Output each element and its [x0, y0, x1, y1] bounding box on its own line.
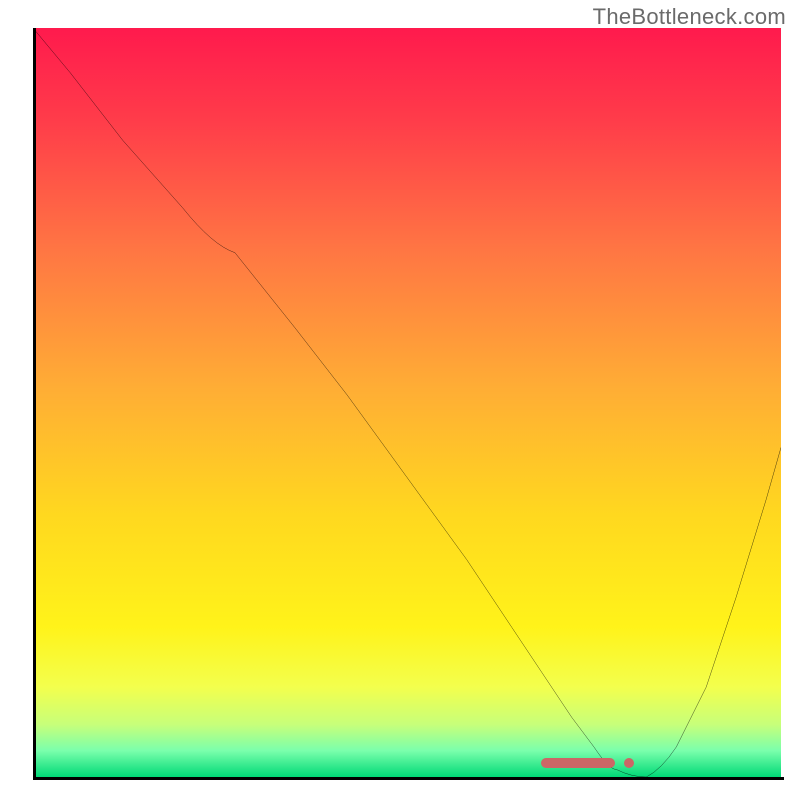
bottleneck-curve	[33, 28, 781, 777]
x-axis	[33, 777, 784, 780]
optimal-range-marker	[541, 758, 615, 768]
watermark-text: TheBottleneck.com	[593, 4, 786, 30]
optimal-point-marker	[624, 758, 634, 768]
